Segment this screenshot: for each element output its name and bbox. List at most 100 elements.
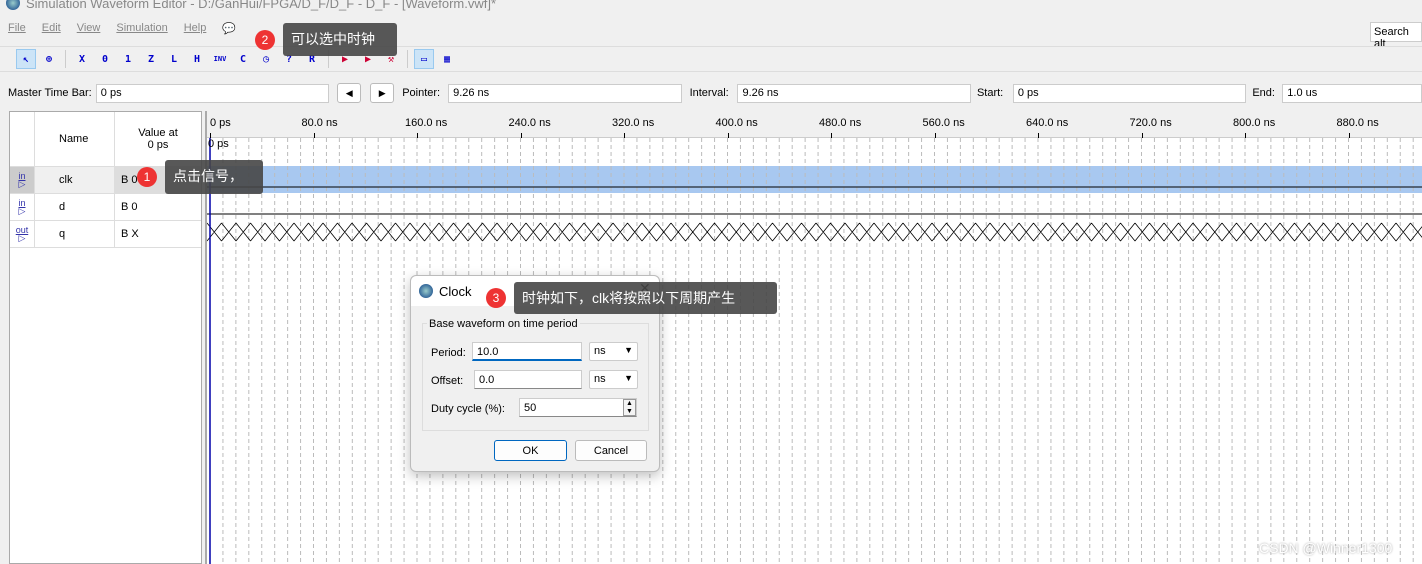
period-unit-value: ns <box>594 345 606 357</box>
selection-tool-icon[interactable]: ↖ <box>16 49 36 69</box>
pointer-label: Pointer: <box>402 87 441 99</box>
ruler-tick-label: 80.0 ns <box>301 117 338 129</box>
end-label: End: <box>1252 87 1275 99</box>
input-pin-icon: in ▷ <box>10 194 35 220</box>
duty-cycle-spinbox[interactable]: 50 <box>519 398 637 417</box>
annotation-tooltip-1: 点击信号， <box>165 160 263 194</box>
offset-label: Offset: <box>431 375 464 387</box>
ruler-tick-mark <box>313 133 315 138</box>
ruler-tick-mark <box>520 133 522 138</box>
time-ruler[interactable]: 0 ps 80.0 ns 160.0 ns 240.0 ns 320.0 ns 400.0… <box>207 111 1422 138</box>
annotation-badge-2: 2 <box>255 30 275 50</box>
annotation-tooltip-3: 时钟如下，clk将按照以下周期产生 <box>514 282 777 314</box>
signal-row-d[interactable]: in ▷ d B 0 <box>10 194 201 221</box>
snap-to-grid-icon[interactable]: ▭ <box>414 49 434 69</box>
signal-name[interactable]: d <box>35 194 115 220</box>
ruler-tick-mark <box>1245 133 1246 138</box>
waveform-canvas[interactable] <box>207 111 1422 564</box>
offset-unit-value: ns <box>594 373 606 385</box>
period-input[interactable]: 10.0 <box>472 342 582 361</box>
signal-name[interactable]: clk <box>35 167 115 193</box>
window-title: Simulation Waveform Editor - D:/GanHui/F… <box>26 0 497 11</box>
offset-unit-select[interactable]: ns ▼ <box>589 370 638 389</box>
ruler-tick-label: 800.0 ns <box>1233 117 1276 129</box>
chevron-down-icon: ▼ <box>624 373 633 383</box>
toolbar: ↖ ⊕ X 0 1 Z L H INV C ◷? R ▶ ▶ ⚒ ▭ ▦ <box>0 46 1422 72</box>
signal-value: B 0 <box>121 201 138 213</box>
invert-icon[interactable]: INV <box>210 49 230 69</box>
menu-view[interactable]: View <box>69 22 109 40</box>
name-column-header[interactable]: Name <box>35 112 115 166</box>
weak-high-icon[interactable]: H <box>187 49 207 69</box>
menu-edit[interactable]: Edit <box>34 22 69 40</box>
forcing-high-icon[interactable]: 1 <box>118 49 138 69</box>
selected-row-highlight <box>207 166 1422 193</box>
base-waveform-group: Base waveform on time period Period: 10.… <box>422 318 649 431</box>
previous-transition-button[interactable]: ◀ <box>337 83 362 103</box>
ruler-tick-label: 240.0 ns <box>508 117 551 129</box>
pointer-field[interactable]: 9.26 ns <box>448 83 682 103</box>
ruler-tick-mark <box>727 133 729 138</box>
ruler-tick-label: 480.0 ns <box>819 117 862 129</box>
menu-simulation[interactable]: Simulation <box>108 22 175 40</box>
value-column-header[interactable]: Value at 0 ps <box>115 112 201 166</box>
high-impedance-icon[interactable]: Z <box>141 49 161 69</box>
menu-help[interactable]: Help <box>176 22 215 40</box>
next-transition-button[interactable]: ▶ <box>370 83 395 103</box>
offset-input[interactable]: 0.0 <box>474 370 582 389</box>
feedback-icon[interactable]: 💬 <box>214 22 244 40</box>
search-input[interactable]: Search alt <box>1370 22 1422 50</box>
menu-file[interactable]: File <box>0 22 34 40</box>
type-column-header <box>10 112 35 166</box>
count-value-icon[interactable]: C <box>233 49 253 69</box>
output-pin-icon: out ▷ <box>10 221 35 247</box>
ruler-tick-label: 400.0 ns <box>715 117 758 129</box>
master-time-bar-field[interactable]: 0 ps <box>95 83 330 103</box>
annotation-badge-3: 3 <box>486 288 506 308</box>
overwrite-clock-icon[interactable]: ◷ <box>256 49 276 69</box>
cancel-button[interactable]: Cancel <box>575 440 647 461</box>
ruler-tick-mark <box>1348 133 1350 138</box>
forcing-unknown-icon[interactable]: X <box>72 49 92 69</box>
signal-list-header: Name Value at 0 ps <box>10 112 201 167</box>
ruler-tick-label: 320.0 ns <box>612 117 655 129</box>
watermark: CSDN @Winner1300 <box>1259 540 1393 556</box>
signal-row-q[interactable]: out ▷ q B X <box>10 221 201 248</box>
time-bar-marker-label: 0 ps <box>208 138 229 150</box>
end-field[interactable]: 1.0 us <box>1282 83 1422 103</box>
menu-bar: File Edit View Simulation Help 💬 <box>0 22 244 40</box>
ruler-tick-mark <box>1038 133 1039 138</box>
grid-icon[interactable]: ▦ <box>437 49 457 69</box>
signal-name[interactable]: q <box>35 221 115 247</box>
signal-value: B X <box>121 228 139 240</box>
ruler-tick-mark <box>934 133 936 138</box>
ruler-tick-label: 0 ps <box>210 117 231 129</box>
chevron-down-icon: ▼ <box>624 345 633 355</box>
ruler-tick-label: 160.0 ns <box>405 117 448 129</box>
period-label: Period: <box>431 347 466 359</box>
weak-low-icon[interactable]: L <box>164 49 184 69</box>
ruler-tick-mark <box>1141 133 1143 138</box>
ruler-tick-mark <box>417 133 418 138</box>
app-icon <box>419 284 433 298</box>
ruler-tick-label: 720.0 ns <box>1129 117 1172 129</box>
q-unknown-waveform <box>207 222 1422 242</box>
interval-label: Interval: <box>689 87 729 99</box>
interval-field[interactable]: 9.26 ns <box>737 83 971 103</box>
input-pin-icon: in ▷ <box>10 167 35 193</box>
app-icon <box>6 0 20 10</box>
window-title-bar: Simulation Waveform Editor - D:/GanHui/F… <box>0 0 496 12</box>
forcing-low-icon[interactable]: 0 <box>95 49 115 69</box>
pin-shape: ▷ <box>18 179 26 189</box>
waveform-area[interactable]: 0 ps 80.0 ns 160.0 ns 240.0 ns 320.0 ns 400.0… <box>205 111 1422 564</box>
annotation-badge-1: 1 <box>137 167 157 187</box>
period-unit-select[interactable]: ns ▼ <box>589 342 638 361</box>
spin-arrows-icon[interactable]: ▲ ▼ <box>623 399 636 416</box>
ok-button[interactable]: OK <box>494 440 567 461</box>
start-label: Start: <box>976 87 1004 99</box>
start-field[interactable]: 0 ps <box>1012 83 1247 103</box>
zoom-tool-icon[interactable]: ⊕ <box>39 49 59 69</box>
badge-number: 2 <box>255 30 275 50</box>
ruler-tick-label: 640.0 ns <box>1026 117 1069 129</box>
ruler-tick-mark <box>624 133 625 138</box>
